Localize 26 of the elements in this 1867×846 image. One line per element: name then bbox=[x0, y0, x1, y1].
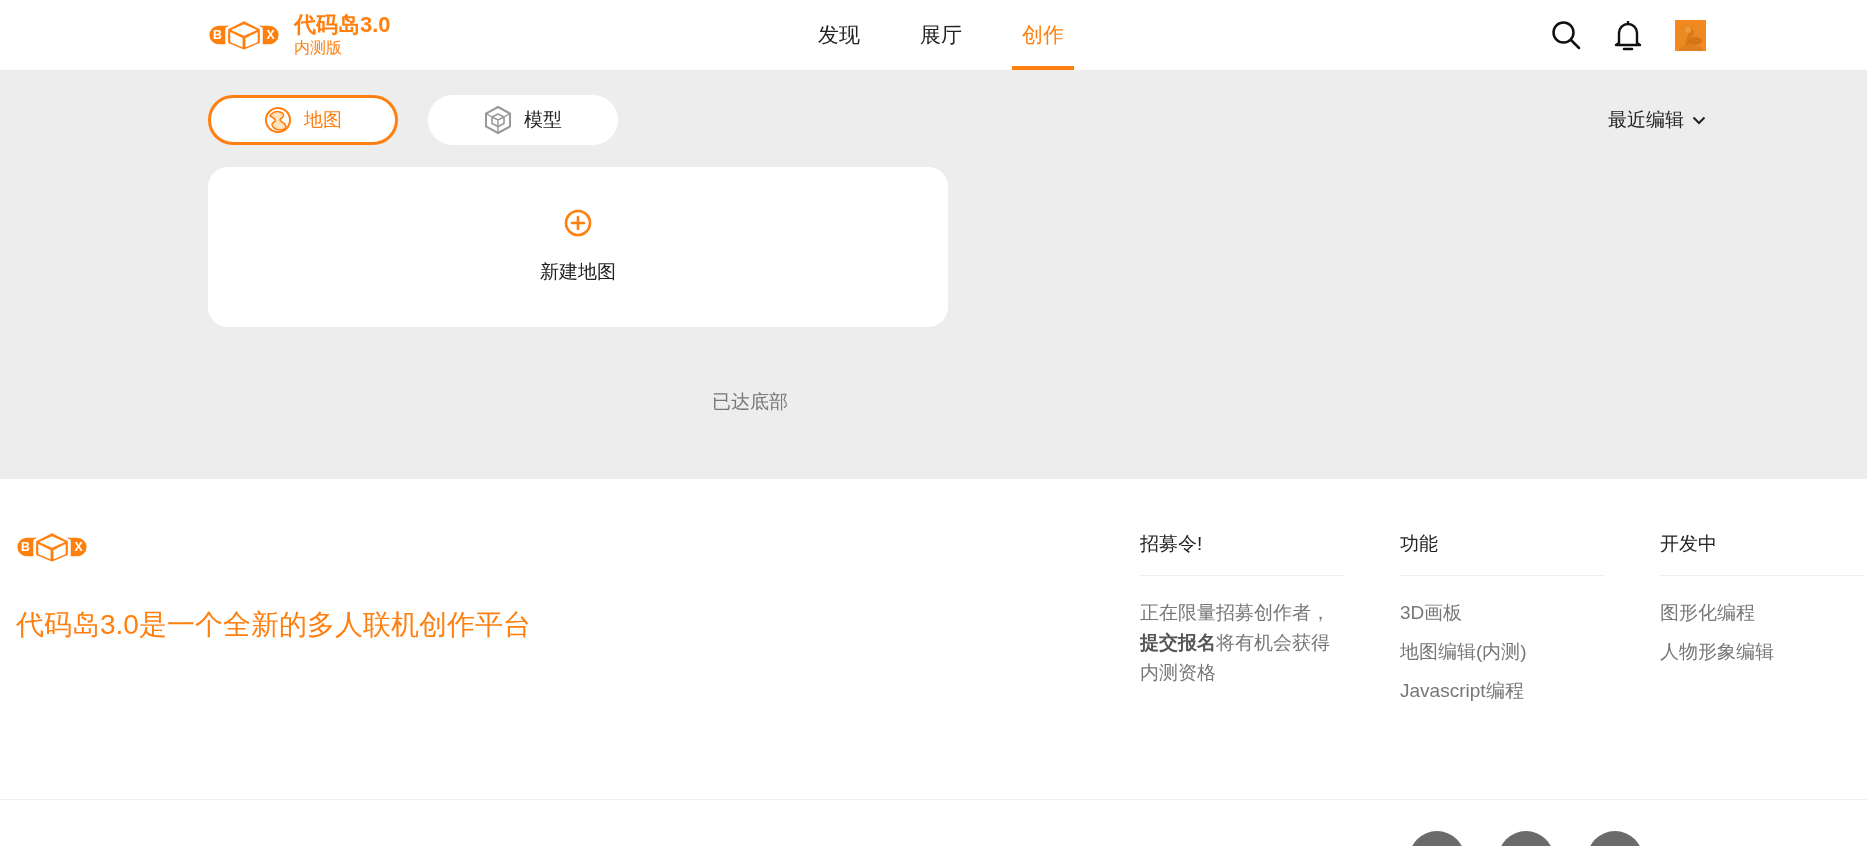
footer-link[interactable]: 地图编辑(内测) bbox=[1400, 637, 1605, 667]
add-icon bbox=[564, 209, 592, 237]
search-icon[interactable] bbox=[1551, 20, 1581, 50]
nav-tab[interactable]: 发现 bbox=[808, 0, 870, 70]
footer-heading: 开发中 bbox=[1660, 531, 1865, 576]
footer-link[interactable]: Javascript编程 bbox=[1400, 676, 1605, 706]
slogan: 代码岛3.0是一个全新的多人联机创作平台 bbox=[16, 608, 532, 642]
new-map-card[interactable]: 新建地图 bbox=[208, 167, 948, 327]
new-map-label: 新建地图 bbox=[540, 260, 616, 284]
nav-tab[interactable]: 展厅 bbox=[910, 0, 972, 70]
site-title: 代码岛3.0 bbox=[294, 12, 391, 38]
version-label: 内测版 bbox=[294, 38, 343, 58]
footer-link[interactable]: 人物形象编辑 bbox=[1660, 637, 1865, 667]
footer-paragraph: 正在限量招募创作者，提交报名将有机会获得内测资格 bbox=[1140, 601, 1331, 685]
bell-icon[interactable] bbox=[1613, 19, 1643, 51]
globe-icon bbox=[264, 106, 292, 134]
footer-link[interactable]: 3D画板 bbox=[1400, 598, 1605, 628]
category-tab[interactable]: 模型 bbox=[428, 95, 618, 145]
end-of-list-note: 已达底部 bbox=[712, 390, 788, 414]
sort-dropdown[interactable]: 最近编辑 bbox=[1608, 107, 1706, 133]
footer-link[interactable]: 图形化编程 bbox=[1660, 598, 1865, 628]
chevron-down-icon bbox=[1692, 115, 1706, 125]
cube-icon bbox=[484, 105, 512, 135]
footer-heading: 功能 bbox=[1400, 531, 1605, 576]
category-tab[interactable]: 地图 bbox=[208, 95, 398, 145]
footer-heading: 招募令! bbox=[1140, 531, 1345, 576]
